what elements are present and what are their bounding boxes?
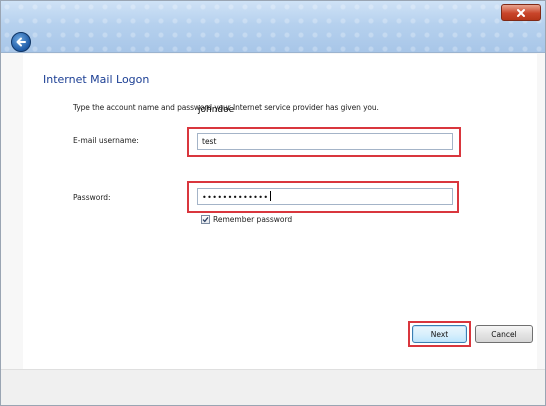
- overlay-annotation: johndoe: [198, 105, 235, 115]
- page-title: Internet Mail Logon: [43, 73, 150, 86]
- email-username-label: E-mail username:: [73, 136, 139, 145]
- close-button[interactable]: [501, 4, 541, 21]
- button-bar: [1, 369, 545, 405]
- cancel-button[interactable]: Cancel: [475, 325, 533, 343]
- wizard-window: Internet Mail Logon Type the account nam…: [0, 0, 546, 406]
- remember-password-label: Remember password: [213, 215, 293, 224]
- password-value: •••••••••••••: [202, 193, 269, 202]
- title-bar: [1, 1, 545, 53]
- email-username-value: test: [202, 137, 217, 146]
- back-button[interactable]: [11, 32, 31, 52]
- text-caret: [269, 191, 271, 201]
- remember-password-row[interactable]: Remember password: [201, 215, 292, 224]
- back-arrow-icon: [16, 37, 26, 47]
- close-icon: [517, 8, 525, 17]
- next-button[interactable]: Next: [412, 325, 467, 343]
- email-username-input[interactable]: test: [197, 133, 453, 150]
- password-label: Password:: [73, 193, 111, 202]
- remember-password-checkbox[interactable]: [201, 215, 210, 224]
- password-input[interactable]: •••••••••••••: [197, 188, 453, 205]
- checkmark-icon: [202, 216, 209, 223]
